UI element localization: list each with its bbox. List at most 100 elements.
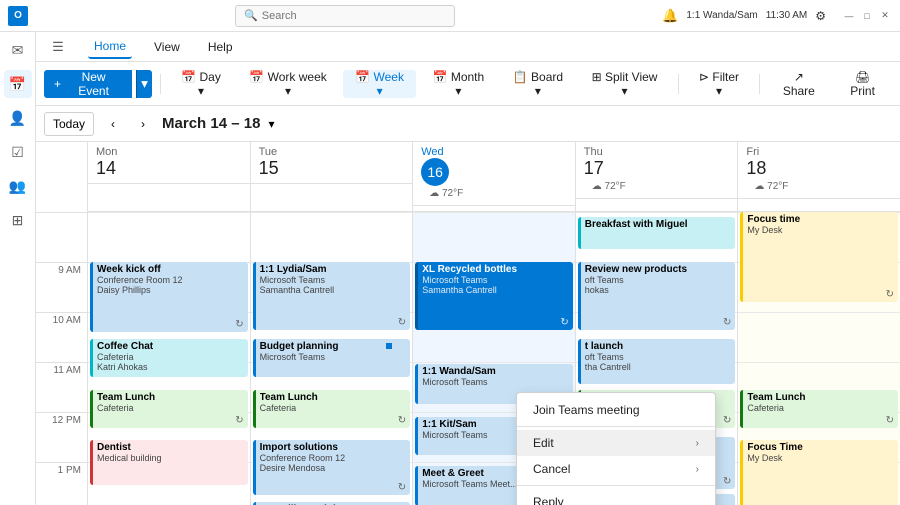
all-day-mon (88, 183, 250, 203)
view-day-button[interactable]: 📅 Day ▾ (169, 70, 233, 98)
all-day-thu (576, 198, 738, 211)
search-input[interactable] (262, 10, 442, 22)
day-num-tue: 15 (259, 158, 405, 179)
event-subtitle: Conference Room 12 (97, 275, 244, 285)
new-event-dropdown[interactable]: ▾ (136, 70, 152, 98)
time-grid-body: Week kick off Conference Room 12 Daisy P… (88, 212, 900, 505)
nav-calendar-icon active[interactable]: 📅 (4, 70, 32, 98)
event-focus-time-1[interactable]: Focus time My Desk ↻ (740, 212, 898, 302)
event-budget-planning[interactable]: Budget planning Microsoft Teams (253, 339, 411, 377)
day-header-mon: Mon 14 (88, 142, 250, 183)
time-label-11am: 11 AM (36, 362, 87, 412)
split-view-button[interactable]: ⊞ Split View ▾ (579, 70, 669, 98)
menu-view[interactable]: View (148, 36, 186, 58)
event-subtitle: oft Teams (585, 352, 732, 362)
event-team-lunch-fri[interactable]: Team Lunch Cafeteria ↻ (740, 390, 898, 428)
view-workweek-button[interactable]: 📅 Work week ▾ (237, 70, 339, 98)
event-focus-time-2[interactable]: Focus Time My Desk ↻ (740, 440, 898, 505)
event-sync-icon: ↻ (723, 317, 731, 328)
view-month-button[interactable]: 📅 Month ▾ (420, 70, 496, 98)
day-num-thu: 17 (584, 158, 730, 179)
event-sync-icon: ↻ (398, 482, 406, 493)
hour-line-9 (88, 212, 250, 213)
nav-teams-icon[interactable]: 👥 (4, 172, 32, 200)
toolbar-separator-2 (678, 74, 679, 94)
hour-line (738, 312, 900, 313)
day-num-wed: 16 (421, 158, 449, 186)
event-dentist[interactable]: Dentist Medical building (90, 440, 248, 485)
maximize-button[interactable]: □ (860, 9, 874, 23)
event-lydia-sam[interactable]: 1:1 Lydia/Sam Microsoft Teams Samantha C… (253, 262, 411, 330)
calendar-grid: 9 AM 10 AM 11 AM 12 PM 1 PM 2 PM Mon 14 (36, 142, 900, 505)
event-title: Breakfast with Miguel (585, 219, 732, 230)
event-title: Team Lunch (747, 392, 894, 403)
plus-icon: + (54, 77, 61, 91)
next-week-button[interactable]: › (132, 113, 154, 135)
context-menu-item-reply[interactable]: Reply (517, 489, 715, 505)
hamburger-icon[interactable]: ☰ (44, 33, 72, 61)
day-header-tue: Tue 15 (251, 142, 413, 183)
settings-icon[interactable]: ⚙ (815, 9, 826, 23)
day-col-wed: Wed 16 ☁ 72°F (413, 142, 576, 211)
nav-people-icon[interactable]: 👤 (4, 104, 32, 132)
context-menu-item-cancel[interactable]: Cancel › (517, 456, 715, 482)
menu-home[interactable]: Home (88, 35, 132, 59)
nav-rail: ✉ 📅 👤 ☑ 👥 ⊞ (0, 32, 36, 505)
time-label-10am: 10 AM (36, 312, 87, 362)
event-title: Import solutions (260, 442, 407, 453)
event-team-lunch-tue[interactable]: Team Lunch Cafeteria ↻ (253, 390, 411, 428)
events-col-fri: Focus time My Desk ↻ Team Lunch Cafeteri… (738, 212, 900, 505)
search-box[interactable]: 🔍 (235, 5, 455, 27)
notification-icon[interactable]: 🔔 (662, 8, 678, 24)
menu-bar: ☰ Home View Help (36, 32, 900, 62)
event-subtitle: Conference Room 12 (260, 453, 407, 463)
view-week-button[interactable]: 📅 Week ▾ (343, 70, 416, 98)
event-title: Review new products (585, 264, 732, 275)
event-sync-icon: ↻ (560, 317, 568, 328)
event-title: Team Lunch (260, 392, 407, 403)
context-menu-label: Reply (533, 495, 564, 505)
day-header-thu: Thu 17 ☁ 72°F (576, 142, 738, 198)
context-menu-item-join-teams[interactable]: Join Teams meeting (517, 397, 715, 423)
event-team-lunch-mon[interactable]: Team Lunch Cafeteria ↻ (90, 390, 248, 428)
event-subtitle: Cafeteria (747, 403, 894, 413)
print-button[interactable]: 🖨 Print (833, 70, 892, 98)
context-menu-item-edit[interactable]: Edit › (517, 430, 715, 456)
today-button[interactable]: Today (44, 112, 94, 136)
event-sync-icon: ↻ (398, 415, 406, 426)
time-label-9am: 9 AM (36, 262, 87, 312)
filter-button[interactable]: ⊳ Filter ▾ (687, 70, 752, 98)
event-t-launch[interactable]: t launch oft Teams tha Cantrell (578, 339, 736, 384)
all-day-wed (413, 205, 575, 211)
new-event-button[interactable]: + New Event (44, 70, 132, 98)
event-xl-recycled[interactable]: XL Recycled bottles Microsoft Teams Sama… (415, 262, 573, 330)
nav-email-icon[interactable]: ✉ (4, 36, 32, 64)
menu-help[interactable]: Help (202, 36, 239, 58)
context-menu-label: Join Teams meeting (533, 403, 640, 417)
toolbar: + New Event ▾ 📅 Day ▾ 📅 Work week ▾ 📅 We… (36, 62, 900, 106)
user-info: 1:1 Wanda/Sam (686, 10, 757, 21)
title-bar-left: O (8, 6, 28, 26)
event-sync-icon: ↻ (235, 319, 243, 330)
date-range-chevron[interactable]: ▾ (268, 117, 274, 131)
weather-fri: ☁ 72°F (746, 179, 892, 194)
hour-line (738, 362, 900, 363)
view-board-button[interactable]: 📋 Board ▾ (500, 70, 575, 98)
event-sync-icon: ↻ (398, 317, 406, 328)
calendar-nav: Today ‹ › March 14 – 18 ▾ (36, 106, 900, 142)
nav-todo-icon[interactable]: ☑ (4, 138, 32, 166)
close-button[interactable]: ✕ (878, 9, 892, 23)
event-sync-icon: ↻ (723, 476, 731, 487)
event-review-new-products[interactable]: Review new products oft Teams hokas ↻ (578, 262, 736, 330)
minimize-button[interactable]: — (842, 9, 856, 23)
event-breakfast-miguel[interactable]: Breakfast with Miguel (578, 217, 736, 249)
context-menu-label: Edit (533, 436, 554, 450)
event-coffee-chat[interactable]: Coffee Chat Cafeteria Katri Ahokas (90, 339, 248, 377)
outlook-logo: O (8, 6, 28, 26)
prev-week-button[interactable]: ‹ (102, 113, 124, 135)
share-button[interactable]: ↗ Share (768, 70, 829, 98)
event-subtitle2: Samantha Cantrell (260, 285, 407, 295)
nav-apps-icon[interactable]: ⊞ (4, 206, 32, 234)
event-import-solutions[interactable]: Import solutions Conference Room 12 Desi… (253, 440, 411, 495)
event-week-kickoff[interactable]: Week kick off Conference Room 12 Daisy P… (90, 262, 248, 332)
